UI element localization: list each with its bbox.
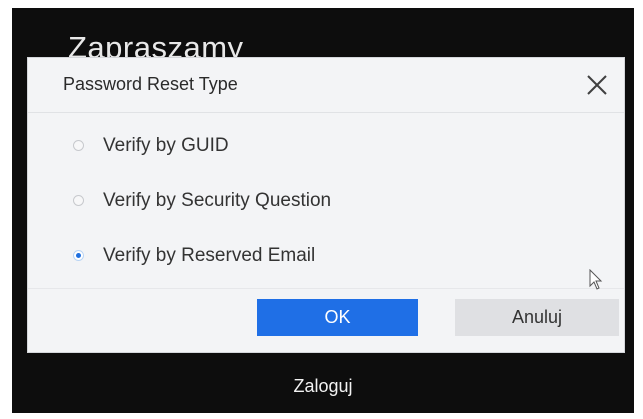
mouse-pointer-icon <box>589 269 603 290</box>
footer-divider <box>28 288 624 289</box>
close-icon <box>587 75 607 95</box>
radio-verify-security-question[interactable] <box>73 195 84 206</box>
option-verify-security-question[interactable]: Verify by Security Question <box>73 173 331 228</box>
ok-button[interactable]: OK <box>257 299 418 336</box>
dialog-title: Password Reset Type <box>63 74 238 94</box>
password-reset-dialog: Password Reset Type Verify by GUID Verif… <box>27 57 625 353</box>
dialog-header: Password Reset Type <box>28 58 624 113</box>
reset-type-options: Verify by GUID Verify by Security Questi… <box>73 118 331 283</box>
close-button[interactable] <box>578 66 616 104</box>
option-label: Verify by Security Question <box>103 189 332 211</box>
option-label: Verify by Reserved Email <box>103 244 316 266</box>
screen: Zapraszamy Password Reset Type Verify by… <box>12 8 634 413</box>
option-verify-guid[interactable]: Verify by GUID <box>73 118 331 173</box>
cancel-button[interactable]: Anuluj <box>455 299 619 336</box>
option-verify-reserved-email[interactable]: Verify by Reserved Email <box>73 228 331 283</box>
radio-verify-guid[interactable] <box>73 140 84 151</box>
option-label: Verify by GUID <box>103 134 229 156</box>
radio-verify-reserved-email[interactable] <box>73 250 84 261</box>
login-label[interactable]: Zaloguj <box>12 376 634 397</box>
